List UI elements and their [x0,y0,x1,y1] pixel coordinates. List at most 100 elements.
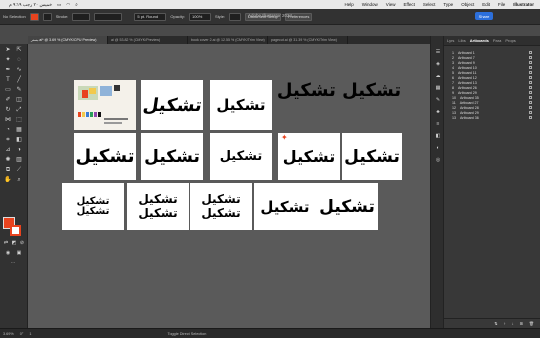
brush-select[interactable]: 5 pt. Round [134,12,167,21]
shaper-tool-icon[interactable]: ✐ [4,96,12,104]
default-colors-icon[interactable]: ◩ [10,239,18,247]
shape-builder-icon[interactable]: ◔ [4,126,12,134]
artboard-options-icon[interactable] [529,71,532,74]
free-transform-icon[interactable]: ⬚ [15,116,23,124]
artboard-4[interactable]: تشكيل [74,133,136,180]
tab-document-3[interactable]: book cover 2.ai @ 12.55 % (CMYK/Trim Vie… [188,36,268,44]
libraries-icon[interactable]: ☁ [434,72,442,80]
eraser-icon[interactable]: ◫ [15,96,23,104]
artboard-options-icon[interactable] [529,101,532,104]
layers-icon[interactable]: ◈ [434,60,442,68]
eyedropper-icon[interactable]: ⊿ [4,146,12,154]
menu-view[interactable]: View [386,2,396,7]
artboard-options-icon[interactable] [529,61,532,64]
artboard-9[interactable]: تشكيل تشكيل [62,183,124,230]
menu-select[interactable]: Select [423,2,436,7]
artboard-3[interactable]: تشكيل [210,80,272,130]
tab-layers[interactable]: Lyrs [447,38,454,43]
artboard-options-icon[interactable] [529,116,532,119]
menu-effect[interactable]: Effect [403,2,414,7]
pen-tool-icon[interactable]: ✒ [4,66,12,74]
tab-paragraph[interactable]: Para [493,38,501,43]
screen-mode-icon[interactable]: ▣ [15,249,23,257]
zoom-level[interactable]: 3.69% [3,332,14,336]
menu-object[interactable]: Object [461,2,474,7]
menu-file[interactable]: File [498,2,505,7]
artboard-5[interactable]: تشكيل [141,133,203,180]
artboard-list-item[interactable]: 13 Artboard 36 [444,115,540,120]
perspective-grid-icon[interactable]: ▦ [15,126,23,134]
scale-tool-icon[interactable]: ⤢ [15,106,23,114]
transparency-icon[interactable]: ◐ [434,144,442,152]
artboard-tool-icon[interactable]: ⧉ [4,166,12,174]
menu-window[interactable]: Window [362,2,378,7]
wifi-icon[interactable]: ◠ [66,2,70,8]
stroke-weight-input[interactable] [72,12,91,21]
rotation-angle[interactable]: 0° [20,332,24,336]
curvature-tool-icon[interactable]: ∿ [15,66,23,74]
tab-document-1[interactable]: بستر.ai* @ 3.69 % (CMYK/CPU Preview) [28,36,108,44]
rotate-tool-icon[interactable]: ↻ [4,106,12,114]
move-down-icon[interactable]: ↓ [512,321,514,326]
new-artboard-icon[interactable]: ⊞ [520,321,523,326]
tab-libraries[interactable]: Libs [458,38,465,43]
slice-tool-icon[interactable]: ⟋ [15,166,23,174]
artboard-2[interactable]: تشكيل [141,80,203,130]
artboard-6[interactable]: تشكيل [210,133,272,180]
artboard-options-icon[interactable] [529,51,532,54]
tab-artboards[interactable]: Artboards [470,38,489,43]
draw-mode-icon[interactable]: ◉ [4,249,12,257]
artboard-options-icon[interactable] [529,91,532,94]
artboard-options-icon[interactable] [529,66,532,69]
rearrange-icon[interactable]: ⇅ [494,321,497,326]
line-tool-icon[interactable]: ╱ [15,76,23,84]
appearance-icon[interactable]: ◎ [434,156,442,164]
artboard-10[interactable]: تشكيل تشكيل [127,183,189,230]
artboard-1[interactable] [74,80,136,130]
stroke-swatch[interactable] [42,12,52,21]
stroke-panel-icon[interactable]: ≡ [434,120,442,128]
more-tools-icon[interactable]: ⋯ [9,259,17,267]
blend-tool-icon[interactable]: ◑ [15,146,23,154]
properties-icon[interactable]: ☰ [434,48,442,56]
zoom-tool-icon[interactable]: ⌕ [15,176,23,184]
gradient-tool-icon[interactable]: ◧ [15,136,23,144]
brushes-icon[interactable]: ✎ [434,96,442,104]
menu-illustrator[interactable]: Illustrator [513,2,534,7]
delete-icon[interactable]: 🗑 [529,321,534,326]
type-tool-icon[interactable]: T [4,76,12,84]
menu-edit[interactable]: Edit [482,2,490,7]
tab-document-4[interactable]: pagecut.ai @ 31.39 % (CMYK/Trim View) [268,36,348,44]
graph-tool-icon[interactable]: ▥ [15,156,23,164]
opacity-input[interactable]: 100% [189,12,212,21]
tab-properties[interactable]: Props [505,38,515,43]
move-up-icon[interactable]: ↑ [504,321,506,326]
artboard-options-icon[interactable] [529,81,532,84]
artboard-12[interactable]: تشكيل [254,183,316,230]
hand-tool-icon[interactable]: ✋ [4,176,12,184]
artboard-options-icon[interactable] [529,111,532,114]
banner-lettering-group[interactable]: تشكيل تشكيل [277,72,401,108]
search-icon[interactable]: ⌕ [75,2,78,7]
share-button[interactable]: Share [475,12,493,20]
artboard-navigator[interactable]: 1 [29,332,31,336]
magic-wand-icon[interactable]: ✦ [4,56,12,64]
width-tool-icon[interactable]: ⋈ [4,116,12,124]
artboard-11[interactable]: تشكيل تشكيل [190,183,252,230]
canvas[interactable]: تشكيل تشكيل تشكيل تشكيل تشكيل تشكيل تشكي… [28,44,430,328]
mesh-tool-icon[interactable]: ⌗ [4,136,12,144]
swatches-icon[interactable]: ▦ [434,84,442,92]
artboard-options-icon[interactable] [529,96,532,99]
rectangle-tool-icon[interactable]: ▭ [4,86,12,94]
stroke-color-swatch[interactable] [10,225,21,236]
paintbrush-icon[interactable]: ✎ [15,86,23,94]
symbols-icon[interactable]: ♣ [434,108,442,116]
none-color-icon[interactable]: ⊘ [18,239,26,247]
artboard-options-icon[interactable] [529,56,532,59]
menu-type[interactable]: Type [443,2,453,7]
menu-help[interactable]: Help [345,2,354,7]
artboard-options-icon[interactable] [529,86,532,89]
swap-colors-icon[interactable]: ⇄ [2,239,10,247]
artboard-8[interactable]: تشكيل [342,133,402,180]
artboard-options-icon[interactable] [529,106,532,109]
